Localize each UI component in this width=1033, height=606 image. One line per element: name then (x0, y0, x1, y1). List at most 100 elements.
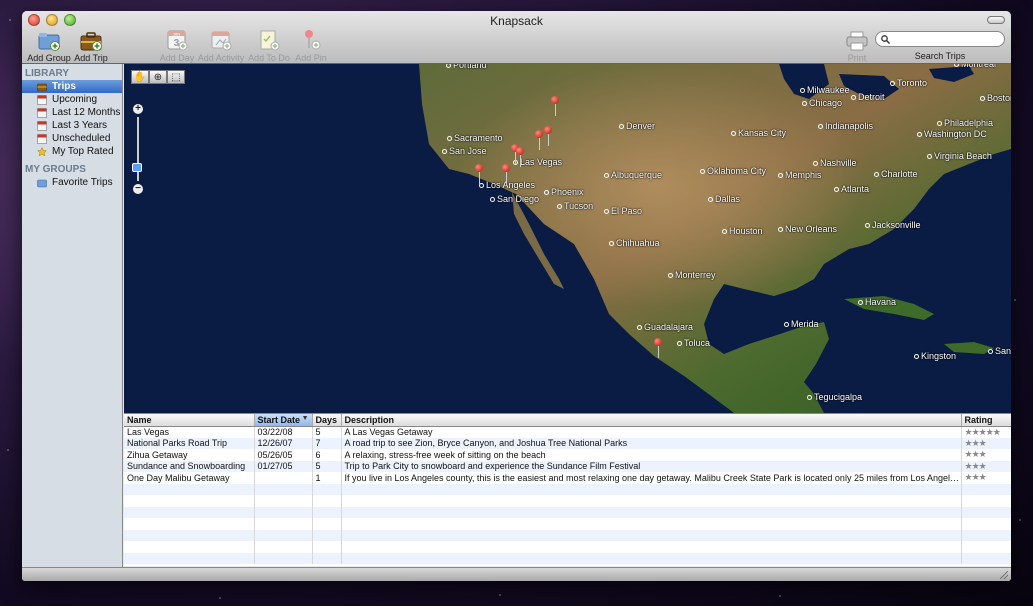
cell-start-date (254, 495, 313, 507)
city-name: Toluca (684, 338, 711, 348)
cell-rating (961, 541, 1011, 553)
map-tools: ✋ ⊕ ⬚ (131, 70, 185, 84)
map-city-label: Toluca (677, 338, 710, 348)
map-city-label: San (988, 346, 1011, 356)
cell-rating: ★★★★★ (961, 426, 1011, 438)
sidebar-item-last-3-years[interactable]: Last 3 Years (22, 119, 122, 132)
map-city-label: Albuquerque (604, 170, 662, 180)
cell-days (312, 529, 342, 541)
add-activity-button[interactable]: Add Activity (196, 29, 246, 63)
search-icon (881, 34, 890, 44)
map-city-label: San Diego (490, 194, 539, 204)
cell-rating (961, 483, 1011, 495)
city-name: Houston (729, 226, 763, 236)
column-header-label: Name (127, 414, 152, 425)
pan-tool-icon[interactable]: ✋ (131, 70, 149, 84)
column-header-name[interactable]: Name (124, 414, 255, 427)
zoom-in-button[interactable]: + (133, 104, 143, 114)
calendar-icon (37, 120, 47, 131)
column-header-rating[interactable]: Rating (961, 414, 1011, 427)
map-city-label: Memphis (778, 170, 822, 180)
table-row (124, 552, 1011, 564)
resize-grip-icon[interactable] (1000, 571, 1008, 579)
select-tool-icon[interactable]: ⬚ (167, 70, 185, 84)
table-row (124, 529, 1011, 541)
table-row[interactable]: Sundance and Snowboarding 01/27/05 5 Trip t… (124, 460, 1011, 472)
search-input[interactable] (893, 33, 993, 45)
map-city-label: Virginia Beach (927, 151, 992, 161)
trip-pin-icon[interactable] (516, 147, 524, 167)
cell-name: One Day Malibu Getaway (124, 472, 255, 484)
cell-start-date: 05/26/05 (254, 449, 313, 461)
sidebar-item-favorite-trips[interactable]: Favorite Trips (22, 176, 122, 189)
city-name: New Orleans (785, 224, 838, 234)
sidebar-item-trips[interactable]: Trips (22, 80, 122, 93)
zoom-out-button[interactable]: − (133, 184, 143, 194)
column-header-label: Description (344, 414, 395, 425)
zoom-slider-thumb[interactable] (132, 163, 142, 172)
add-day-button[interactable]: JAN 3 Add Day (152, 29, 202, 63)
column-header-days[interactable]: Days (312, 414, 342, 427)
column-header-description[interactable]: Description (341, 414, 962, 427)
calendar-icon (37, 107, 47, 118)
map-city-label: Tegucigalpa (807, 392, 862, 402)
city-dot-icon (807, 394, 812, 400)
trip-pin-icon[interactable] (535, 130, 543, 150)
toolbar-toggle-button[interactable] (987, 16, 1005, 24)
add-trip-button[interactable]: Add Trip (66, 29, 116, 63)
cell-days: 6 (312, 449, 342, 461)
map-city-label: Sacramento (447, 133, 503, 143)
trip-pin-icon[interactable] (544, 126, 552, 146)
table-row[interactable]: One Day Malibu Getaway 1 If you live in Lo… (124, 472, 1011, 484)
column-header-label: Days (315, 414, 338, 425)
sidebar-item-label: Unscheduled (52, 133, 111, 144)
trip-pin-icon[interactable] (551, 96, 559, 116)
city-name: Kansas City (738, 128, 787, 138)
trip-pin-icon[interactable] (654, 338, 662, 358)
map-city-label: Monterrey (668, 270, 716, 280)
star-icon (36, 146, 48, 157)
city-dot-icon (800, 87, 805, 93)
map-city-label: Dallas (708, 194, 740, 204)
table-row (124, 483, 1011, 495)
library-header: LIBRARY (25, 68, 70, 79)
sidebar-item-my-top-rated[interactable]: My Top Rated (22, 145, 122, 158)
table-row[interactable]: Las Vegas 03/22/08 5 A Las Vegas Getaway ★★★… (124, 426, 1011, 438)
map-city-label: Kansas City (731, 128, 786, 138)
city-name: San (995, 346, 1011, 356)
cell-name (124, 552, 255, 564)
cell-start-date (254, 529, 313, 541)
activity-add-icon (196, 29, 246, 51)
calendar-icon-month: JAN (173, 32, 181, 37)
sidebar-item-upcoming[interactable]: Upcoming (22, 93, 122, 106)
cell-description: A road trip to see Zion, Bryce Canyon, a… (341, 437, 962, 449)
zoom-tool-icon[interactable]: ⊕ (149, 70, 167, 84)
table-row[interactable]: National Parks Road Trip 12/26/07 7 A road … (124, 437, 1011, 449)
column-header-start-date[interactable]: Start Date ▼ (254, 414, 313, 427)
cell-days: 5 (312, 460, 342, 472)
cell-name (124, 541, 255, 553)
cell-start-date (254, 552, 313, 564)
cell-description: A relaxing, stress-free week of sitting … (341, 449, 962, 461)
cell-name (124, 529, 255, 541)
table-row[interactable]: Zihua Getaway 05/26/05 6 A relaxing, stress… (124, 449, 1011, 461)
sidebar-item-label: My Top Rated (52, 146, 114, 157)
city-dot-icon (609, 240, 614, 246)
trip-pin-icon[interactable] (502, 164, 510, 184)
city-dot-icon (802, 100, 807, 106)
trip-pin-icon[interactable] (475, 164, 483, 184)
search-field[interactable] (875, 31, 1005, 47)
sidebar-item-label: Favorite Trips (52, 177, 113, 188)
map-view[interactable]: ✋ ⊕ ⬚ + − Portland Sacramento San Jose Los … (124, 64, 1011, 413)
column-header-label: Start Date (257, 414, 301, 425)
cell-description (341, 506, 962, 518)
cell-description (341, 529, 962, 541)
add-pin-button[interactable]: Add Pin (286, 29, 336, 63)
sidebar-item-unscheduled[interactable]: Unscheduled (22, 132, 122, 145)
calendar-icon (37, 94, 47, 105)
cell-start-date (254, 541, 313, 553)
map-city-label: New Orleans (778, 224, 837, 234)
cell-name (124, 495, 255, 507)
table-row (124, 518, 1011, 530)
sidebar-item-last-12-months[interactable]: Last 12 Months (22, 106, 122, 119)
